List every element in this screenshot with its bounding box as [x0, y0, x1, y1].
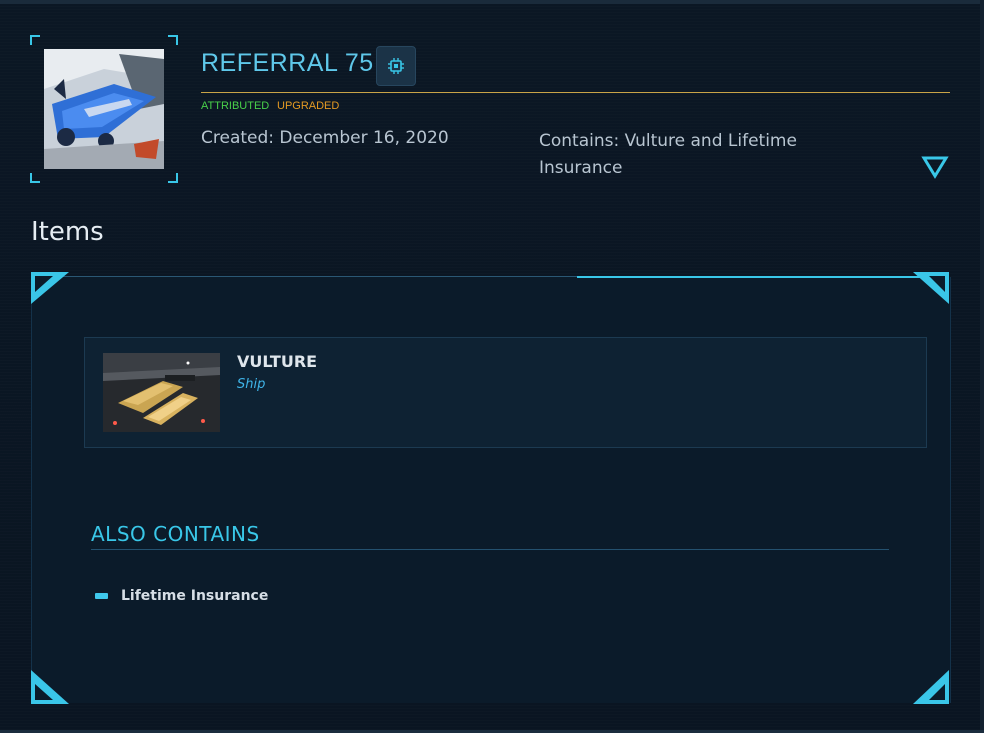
expand-toggle[interactable] [920, 154, 950, 180]
bullet-icon [95, 593, 108, 599]
panel-top-highlight [577, 276, 949, 278]
frame-corner [30, 35, 40, 45]
top-border [0, 0, 984, 4]
created-date: Created: December 16, 2020 [201, 128, 449, 148]
chip-icon [388, 58, 404, 74]
contains-summary: Contains: Vulture and Lifetime Insurance [539, 131, 797, 178]
also-contains-heading: ALSO CONTAINS [91, 522, 260, 546]
item-card[interactable]: VULTURE Ship [84, 337, 927, 448]
pledge-page: REFERRAL 75 ATTRIBUTED UPGRADED Created:… [0, 0, 984, 733]
item-name: VULTURE [237, 352, 318, 371]
panel-corner-top-right [913, 272, 949, 304]
pledge-title: REFERRAL 75 [201, 49, 374, 77]
also-contains-divider [91, 549, 889, 550]
frame-corner [168, 35, 178, 45]
items-heading: Items [31, 217, 104, 247]
also-contains-item: Lifetime Insurance [95, 586, 268, 606]
triangle-down-icon [921, 156, 949, 179]
item-type: Ship [237, 377, 266, 392]
frame-corner [168, 173, 178, 183]
pledge-thumbnail[interactable] [30, 35, 178, 183]
item-image [103, 353, 220, 432]
attributed-tag: ATTRIBUTED [201, 100, 270, 112]
right-border [980, 0, 984, 733]
upgraded-tag: UPGRADED [277, 100, 340, 112]
title-divider [201, 92, 950, 93]
frame-corner [30, 173, 40, 183]
panel-corner-bottom-right [913, 670, 949, 704]
panel-corner-bottom-left [31, 670, 69, 704]
chip-icon-button[interactable] [376, 46, 416, 86]
panel-corner-top-left [31, 272, 69, 304]
pledge-image [44, 49, 164, 169]
also-contains-item-label: Lifetime Insurance [121, 588, 269, 604]
